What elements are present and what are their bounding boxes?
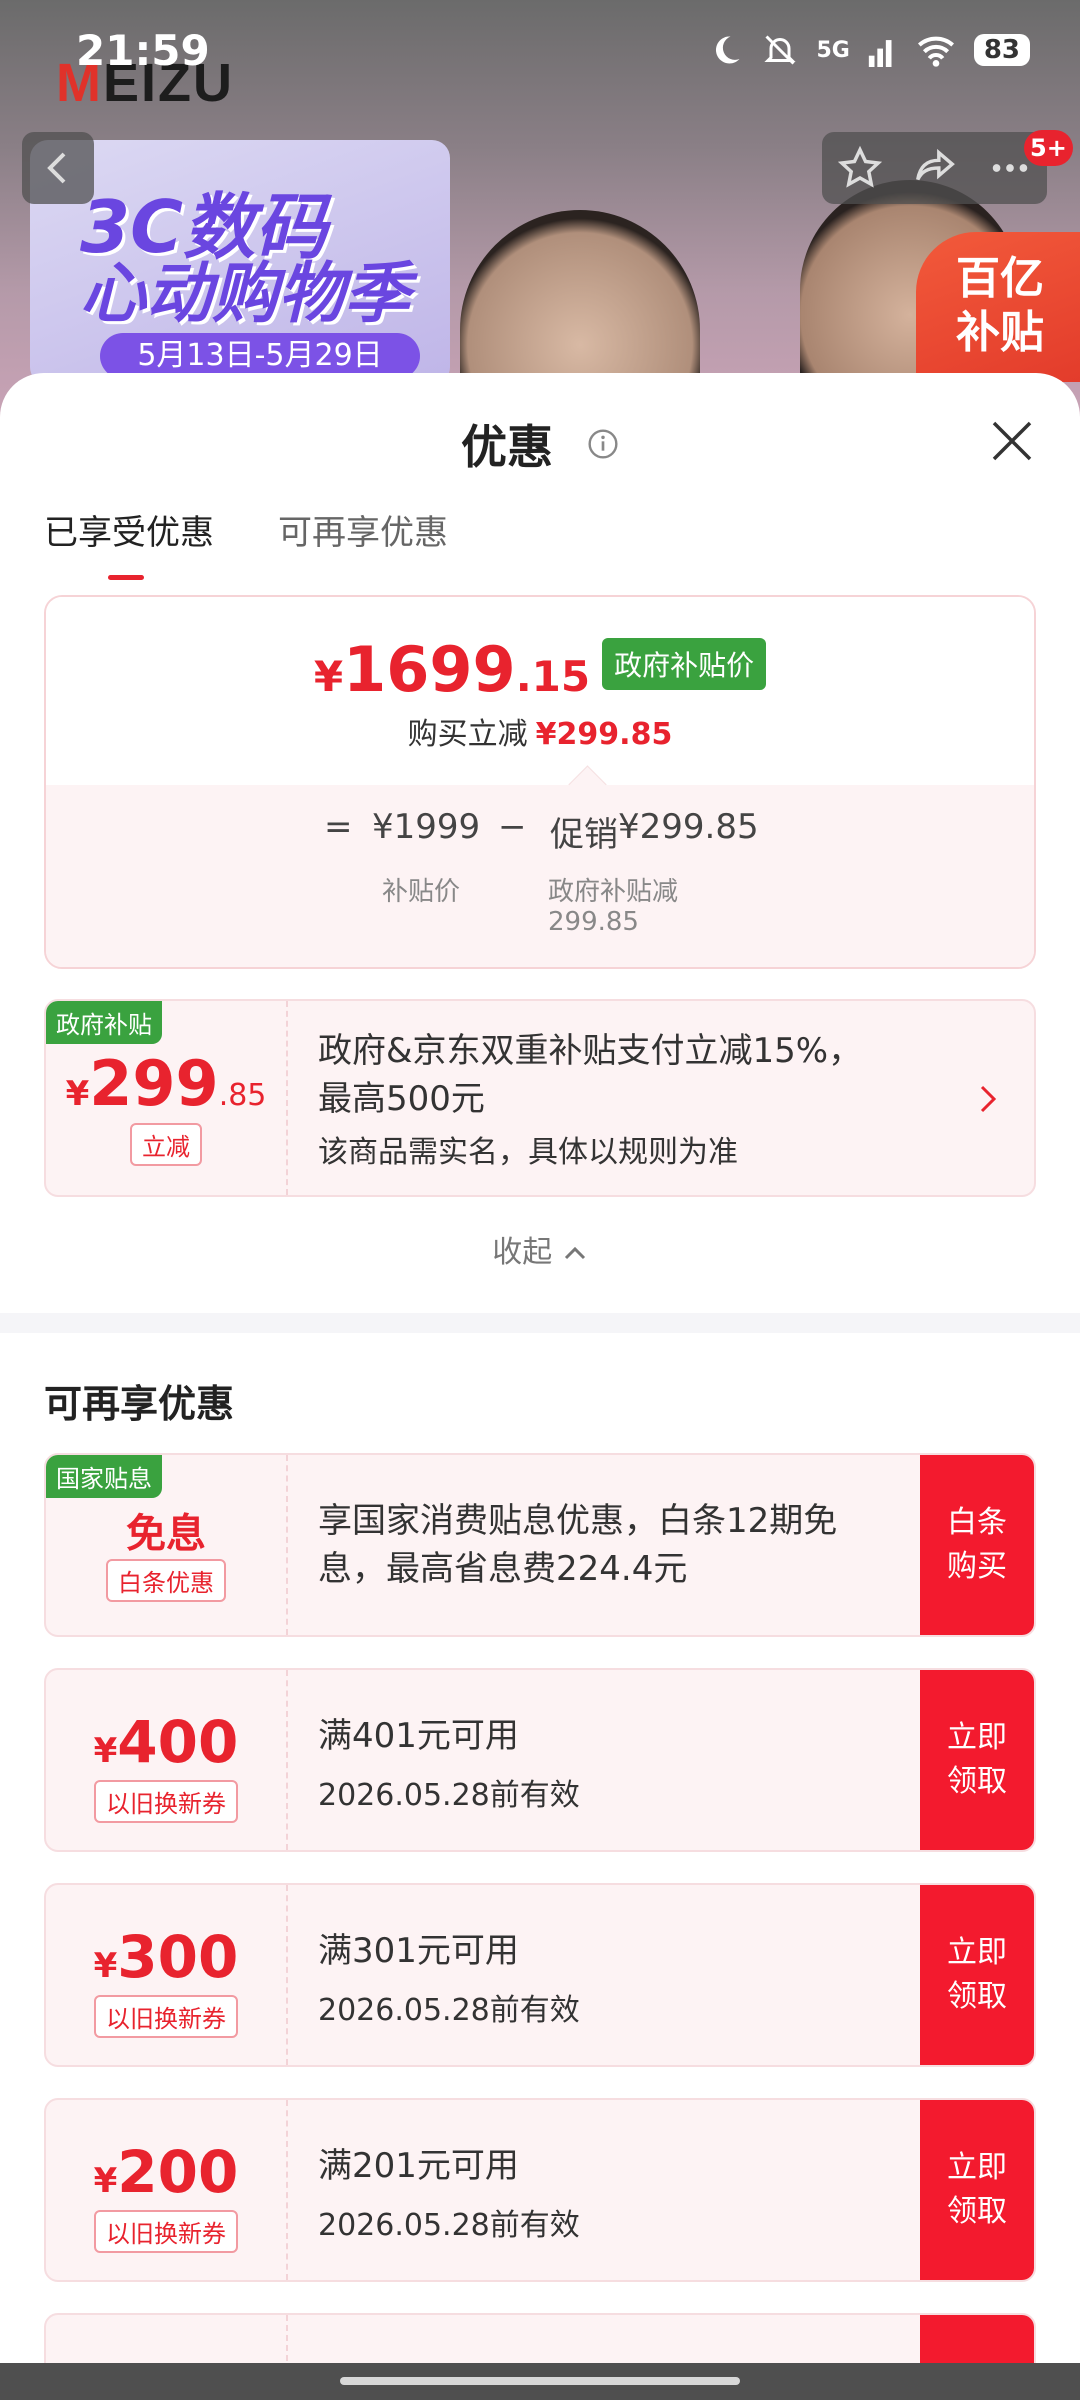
status-bar: 21:59 5G 83 (0, 0, 1080, 100)
share-icon[interactable] (912, 145, 958, 191)
coupon-expiry: 2026.05.28前有效 (318, 1993, 580, 2028)
baitiao-buy-button[interactable]: 白条 购买 (920, 1455, 1034, 1635)
home-indicator[interactable] (340, 2377, 740, 2385)
collapse-button[interactable]: 收起 (0, 1227, 1080, 1271)
coupon-tag: 政府补贴 (46, 1001, 162, 1044)
claim-button[interactable]: 立即 领取 (920, 2100, 1034, 2280)
moon-icon (716, 36, 740, 64)
bell-muted-icon (764, 35, 797, 65)
back-button[interactable] (22, 132, 94, 204)
gov-price-tag: 政府补贴价 (602, 637, 767, 690)
more-section-title: 可再享优惠 (44, 1382, 235, 1426)
wifi-icon (917, 36, 954, 67)
section-divider (0, 1313, 1080, 1333)
gov-subsidy-coupon[interactable]: 政府补贴 ¥299.85 立减 政府&京东双重补贴支付立减15%，最高500元 … (44, 999, 1036, 1197)
reduce-line: 购买立减 ¥299.85 (407, 717, 673, 752)
signal-icon (868, 40, 892, 67)
final-price: ¥1699.15 (313, 633, 591, 706)
promo-sub-label: 政府补贴减 (548, 877, 679, 907)
coupon-amount: ¥200 (93, 2138, 239, 2206)
coupon-amount: ¥400 (93, 1708, 239, 1776)
coupon-amount: 免息 (126, 1511, 206, 1557)
promo-amount: ¥299.85 (618, 807, 759, 847)
price-breakdown: = ¥1999 − 促销 ¥299.85 补贴价 政府补贴减 299.85 (46, 785, 1034, 967)
claim-button[interactable]: 立即 领取 (920, 1885, 1034, 2065)
coupon-card: ¥300 以旧换新券 满301元可用 2026.05.28前有效 立即 领取 (44, 1883, 1036, 2067)
coupon-pill: 以旧换新券 (94, 1995, 238, 2038)
network-label: 5G (816, 37, 850, 63)
base-price: ¥1999 (372, 807, 481, 847)
coupon-description: 享国家消费贴息优惠，白条12期免息，最高省息费224.4元 (318, 1501, 838, 1589)
coupon-condition: 满201元可用 (318, 2146, 519, 2186)
coupon-pill: 以旧换新券 (94, 2210, 238, 2253)
coupon-card: ¥400 以旧换新券 满401元可用 2026.05.28前有效 立即 领取 (44, 1668, 1036, 1852)
discount-tabs: 已享受优惠 可再享优惠 (44, 505, 448, 580)
chevron-up-icon (564, 1246, 585, 1260)
base-price-label: 补贴价 (382, 877, 461, 907)
equals-sign: = (324, 807, 353, 847)
coupon-amount: ¥300 (93, 1923, 239, 1991)
status-time: 21:59 (76, 26, 210, 75)
gesture-bar (0, 2363, 1080, 2400)
coupon-tag: 国家贴息 (46, 1455, 162, 1498)
coupon-card-partial (44, 2313, 1036, 2363)
coupon-expiry: 2026.05.28前有效 (318, 2208, 580, 2243)
minus-sign: − (498, 807, 527, 847)
coupon-card: ¥200 以旧换新券 满201元可用 2026.05.28前有效 立即 领取 (44, 2098, 1036, 2282)
claim-button[interactable]: 立即 领取 (920, 1670, 1034, 1850)
info-icon[interactable] (587, 428, 619, 460)
coupon-note: 该商品需实名，具体以规则为准 (318, 1135, 738, 1170)
coupon-pill: 白条优惠 (106, 1559, 226, 1602)
promo-label: 促销 (550, 815, 618, 855)
coupon-pill: 立减 (130, 1123, 202, 1166)
battery-indicator: 83 (973, 34, 1030, 66)
price-summary-card: ¥1699.15 政府补贴价 购买立减 ¥299.85 = ¥1999 − 促销 … (44, 595, 1036, 969)
promo-title-line2: 心动购物季 (80, 255, 410, 332)
notification-badge: 5+ (1024, 130, 1073, 166)
coupon-condition: 满301元可用 (318, 1931, 519, 1971)
coupon-condition: 满401元可用 (318, 1716, 519, 1756)
sheet-title-text: 优惠 (460, 420, 553, 474)
discount-sheet: 优惠 已享受优惠 可再享优惠 ¥1699.15 政府补贴价 购买立减 ¥299.8… (0, 373, 1080, 2363)
coupon-card: 国家贴息 免息 白条优惠 享国家消费贴息优惠，白条12期免息，最高省息费224.… (44, 1453, 1036, 1637)
claim-button-partial[interactable] (920, 2315, 1034, 2363)
chevron-right-icon (980, 1085, 997, 1113)
status-icons: 5G 83 (708, 28, 1030, 72)
close-icon[interactable] (990, 419, 1034, 463)
top-action-group (822, 132, 1047, 204)
tab-more-available[interactable]: 可再享优惠 (278, 505, 448, 554)
coupon-pill: 以旧换新券 (94, 1780, 238, 1823)
sheet-title: 优惠 (0, 411, 1080, 477)
chevron-left-icon (47, 152, 66, 184)
promo-sub-amount: 299.85 (548, 907, 639, 937)
coupon-description: 政府&京东双重补贴支付立减15%，最高500元 (318, 1031, 863, 1119)
coupon-expiry: 2026.05.28前有效 (318, 1778, 580, 1813)
tab-enjoyed[interactable]: 已享受优惠 (44, 505, 214, 580)
subsidy-badge: 百亿 补贴 (916, 232, 1080, 382)
star-icon[interactable] (837, 145, 883, 191)
coupon-amount: ¥299.85 (65, 1047, 267, 1120)
